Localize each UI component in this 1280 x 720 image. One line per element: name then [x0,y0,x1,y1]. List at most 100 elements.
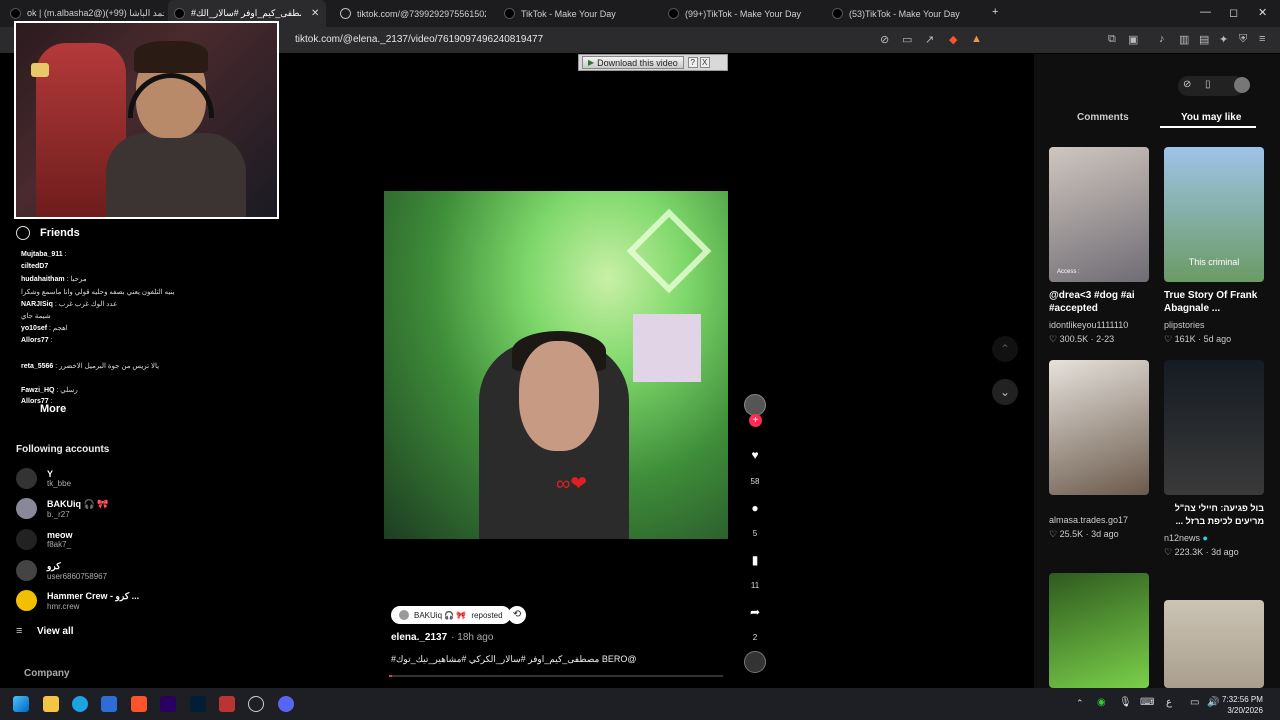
download-video-button[interactable]: ▶ Download this video [582,56,684,69]
browser-tab[interactable]: (53)TikTok - Make Your Day [828,0,978,27]
video-user[interactable]: almasa.trades.go17 [1049,515,1128,525]
close-window-icon[interactable]: ✕ [1258,6,1267,19]
repost-icon[interactable]: ⟲ [508,606,526,624]
download-toolbar: ▶ Download this video ? X [578,54,728,71]
video-thumbnail[interactable] [1164,360,1264,495]
edge-icon[interactable] [72,696,88,712]
share-button[interactable]: ➦ [744,601,766,623]
brave-rewards-icon[interactable]: ▲ [971,33,982,45]
wallet-icon[interactable]: ▤ [1199,33,1209,46]
new-tab-button[interactable]: + [992,6,998,18]
repost-badge[interactable]: BAKUiq 🎧 🎀 reposted [391,606,511,624]
nav-label: Friends [40,227,80,239]
video-title[interactable]: בול פגיעה: חיילי צה"ל מריעים לכיפת ברזל … [1164,502,1264,528]
view-all-link[interactable]: ≡ View all [16,625,74,637]
company-heading[interactable]: Company [24,668,70,679]
like-button[interactable]: ♥ [744,444,766,466]
account-handle: hmr.crew [47,601,80,611]
tiktok-favicon-icon [10,8,21,19]
browser-tab[interactable]: (99+)TikTok - Make Your Day [664,0,814,27]
following-account[interactable]: BAKUiq 🎧 🎀 b._r27 [16,498,108,519]
tray-app-icon[interactable]: ◉ [1097,697,1106,708]
discord-icon[interactable] [278,696,294,712]
tab-you-may-like[interactable]: You may like [1181,112,1241,123]
network-icon[interactable]: ▭ [1190,697,1199,708]
save-button[interactable]: ▮ [744,549,766,571]
url-input[interactable]: tiktok.com/@elena._2137/video/7619097496… [295,34,543,45]
browser-tab[interactable]: TikTok - Make Your Day [500,0,650,27]
phone-icon[interactable]: ▯ [1205,79,1211,90]
nav-friends[interactable]: Friends [16,226,80,240]
download-help-button[interactable]: ? [687,57,698,68]
taskbar-clock[interactable]: 7:32:56 PM 3/20/2026 [1222,694,1263,716]
video-title[interactable]: True Story Of Frank Abagnale ... [1164,289,1264,315]
video-thumbnail[interactable] [1164,600,1264,688]
video-thumbnail[interactable] [1049,360,1149,495]
tab-comments[interactable]: Comments [1077,112,1129,123]
maximize-icon[interactable]: ◻ [1229,6,1238,19]
microphone-icon[interactable]: 🎙 [1119,697,1132,708]
minimize-icon[interactable]: — [1200,6,1211,18]
language-indicator[interactable]: ع [1166,697,1172,708]
video-progress-bar[interactable] [389,675,723,677]
media-icon[interactable]: ♪ [1159,33,1165,45]
account-name: Hammer Crew - كرو ... [47,590,140,601]
next-video-icon[interactable]: ⌄ [992,379,1018,405]
previous-video-icon[interactable]: ⌃ [992,336,1018,362]
tiktok-favicon-icon [832,8,843,19]
music-disc-icon[interactable] [744,651,766,673]
premiere-icon[interactable] [160,696,176,712]
sidebar-icon[interactable]: ▥ [1179,33,1189,46]
video-thumbnail[interactable] [1049,573,1149,688]
menu-icon[interactable]: ≡ [1259,33,1265,45]
video-user[interactable]: plipstories [1164,320,1205,330]
close-tab-icon[interactable]: ✕ [311,8,319,19]
account-name: كرو [47,560,61,571]
video-thumbnail[interactable]: This criminal [1164,147,1264,282]
video-title[interactable]: @drea<3 #dog #ai #accepted [1049,289,1149,315]
leo-icon[interactable]: ✦ [1219,33,1228,46]
following-account[interactable]: كرو user6860758967 [16,560,107,581]
video-thumbnail[interactable]: Access : [1049,147,1149,282]
store-icon[interactable] [101,696,117,712]
comment-button[interactable]: ● [744,497,766,519]
repost-user: BAKUiq 🎧 🎀 [414,610,467,620]
vpn-icon[interactable]: ⛨ [1239,33,1247,46]
download-close-button[interactable]: X [699,57,710,68]
pin-icon[interactable]: ⊘ [1183,79,1191,90]
progress-fill [389,675,393,677]
share-icon[interactable]: ↗ [925,33,934,46]
video-player[interactable]: ∞❤ [384,191,728,539]
video-user[interactable]: n12news ● [1164,533,1208,543]
volume-icon[interactable]: 🔊 [1207,697,1219,708]
cast-icon[interactable]: ▭ [902,33,912,46]
account-handle: b._r27 [47,509,70,519]
profile-avatar[interactable] [1234,77,1250,93]
extensions-icon[interactable]: ⧉ [1108,33,1116,46]
keyboard-icon[interactable]: ⌨ [1140,697,1154,708]
following-account[interactable]: Ytk_bbe [16,468,71,489]
obs-icon[interactable] [248,696,264,712]
brave-icon[interactable] [131,696,147,712]
creator-avatar[interactable] [744,394,766,416]
windows-start-icon[interactable] [13,696,29,712]
tray-chevron-icon[interactable]: ⌃ [1076,698,1084,709]
photoshop-icon[interactable] [190,696,206,712]
file-explorer-icon[interactable] [43,696,59,712]
brave-shield-icon[interactable]: ◆ [949,33,957,46]
browser-tab[interactable]: tiktok.com/@73992929755615027 [336,0,486,27]
video-off-icon[interactable]: ⊘ [880,33,889,46]
chat-line: NARJISiq : عدد الوك غرب غرب [21,301,118,308]
app-icon[interactable] [219,696,235,712]
follow-plus-icon[interactable]: + [749,414,762,427]
video-user[interactable]: idontlikeyou1111110 [1049,320,1128,330]
following-account[interactable]: Hammer Crew - كرو ... hmr.crew [16,590,139,611]
following-account[interactable]: meow f8ak7_ [16,529,73,550]
video-author[interactable]: elena._2137 · 18h ago [391,632,493,643]
tiktok-favicon-icon [174,8,185,19]
video-stats: ♡ 300.5K · 2-23 [1049,334,1115,344]
list-icon: ≡ [16,625,23,637]
account-handle: f8ak7_ [47,540,72,549]
screenshot-icon[interactable]: ▣ [1128,33,1138,46]
chat-line: Mujtaba_911 : [21,251,67,258]
